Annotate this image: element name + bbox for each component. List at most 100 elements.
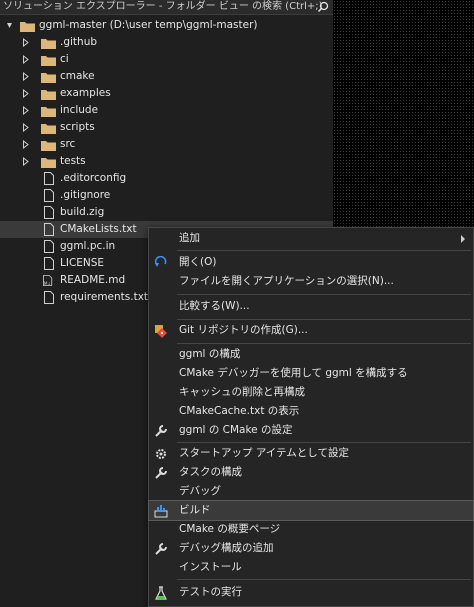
folder-icon: [41, 124, 56, 134]
menu-item-debug[interactable]: デバッグ: [149, 482, 473, 501]
menu-separator: [177, 343, 471, 344]
search-icon[interactable]: [317, 1, 329, 13]
folder-icon: [41, 39, 56, 49]
menu-item-delete-cache[interactable]: キャッシュの削除と再構成: [149, 383, 473, 402]
file-label: README.md: [60, 274, 126, 286]
context-menu: 追加 開く(O) ファイルを開くアプリケーションの選択(N)... 比較する(W…: [148, 227, 474, 607]
menu-separator: [177, 442, 471, 443]
file-label: .editorconfig: [60, 172, 127, 184]
chevron-right-icon[interactable]: [22, 38, 29, 47]
tree-folder[interactable]: include: [0, 102, 333, 119]
file-label: .gitignore: [60, 189, 111, 201]
menu-item-build[interactable]: ビルド: [148, 500, 474, 521]
open-icon: [154, 256, 167, 267]
folder-icon: [20, 22, 35, 32]
folder-icon: [41, 107, 56, 117]
search-placeholder: ソリューション エクスプローラー - フォルダー ビュー の検索 (Ctrl+;…: [3, 1, 323, 12]
menu-item-open-with[interactable]: ファイルを開くアプリケーションの選択(N)...: [149, 272, 473, 291]
chevron-right-icon[interactable]: [22, 55, 29, 64]
test-flask-icon: [155, 586, 167, 600]
folder-label: ci: [60, 53, 69, 65]
menu-item-run-tests[interactable]: テストの実行: [149, 583, 473, 602]
menu-item-label: デバッグ構成の追加: [179, 542, 274, 554]
menu-item-label: 開く(O): [179, 256, 217, 268]
menu-item-label: デバッグ: [179, 485, 221, 497]
menu-item-install[interactable]: インストール: [149, 558, 473, 577]
menu-item-view-cmakecache[interactable]: CMakeCache.txt の表示: [149, 402, 473, 421]
chevron-right-icon[interactable]: [22, 123, 29, 132]
menu-item-label: 追加: [179, 232, 200, 244]
menu-item-set-startup[interactable]: スタートアップ アイテムとして設定: [149, 444, 473, 463]
wrench-icon: [155, 543, 167, 555]
file-label: CMakeLists.txt: [60, 223, 137, 235]
folder-icon: [41, 141, 56, 151]
tree-root-label: ggml-master (D:\user temp\ggml-master): [39, 19, 258, 31]
menu-item-configure-ggml[interactable]: ggml の構成: [149, 345, 473, 364]
search-bar[interactable]: ソリューション エクスプローラー - フォルダー ビュー の検索 (Ctrl+;…: [0, 0, 333, 15]
folder-label: include: [60, 104, 99, 116]
tree-folder[interactable]: .github: [0, 34, 333, 51]
markdown-file-icon: M↓: [43, 275, 53, 286]
file-label: ggml.pc.in: [60, 240, 116, 252]
folder-label: .github: [60, 36, 98, 48]
folder-label: scripts: [60, 121, 95, 133]
file-icon: [44, 291, 54, 304]
tree-root[interactable]: ggml-master (D:\user temp\ggml-master): [0, 17, 333, 34]
menu-item-open[interactable]: 開く(O): [149, 253, 473, 272]
git-repo-icon: [155, 325, 167, 338]
menu-item-add-debug-config[interactable]: デバッグ構成の追加: [149, 539, 473, 558]
tree-folder[interactable]: scripts: [0, 119, 333, 136]
tree-folder[interactable]: tests: [0, 153, 333, 170]
menu-item-label: CMake デバッガーを使用して ggml を構成する: [179, 367, 408, 379]
menu-item-configure-tasks[interactable]: タスクの構成: [149, 463, 473, 482]
menu-item-configure-debugger[interactable]: CMake デバッガーを使用して ggml を構成する: [149, 364, 473, 383]
tree-file[interactable]: LICENSE: [0, 255, 148, 272]
file-icon: [44, 223, 54, 236]
menu-item-add[interactable]: 追加: [149, 229, 473, 248]
menu-separator: [177, 294, 471, 295]
tree-file[interactable]: .gitignore: [0, 187, 333, 204]
chevron-right-icon[interactable]: [22, 106, 29, 115]
menu-item-label: CMakeCache.txt の表示: [179, 405, 300, 417]
chevron-right-icon[interactable]: [22, 72, 29, 81]
folder-icon: [41, 90, 56, 100]
build-icon: [154, 505, 168, 518]
tree-folder[interactable]: examples: [0, 85, 333, 102]
menu-item-label: インストール: [179, 561, 242, 573]
file-label: LICENSE: [60, 257, 105, 269]
menu-item-label: スタートアップ アイテムとして設定: [179, 447, 349, 459]
chevron-right-icon[interactable]: [22, 140, 29, 149]
tree-file[interactable]: requirements.txt: [0, 289, 148, 306]
tree-folder[interactable]: cmake: [0, 68, 333, 85]
tree-folder[interactable]: src: [0, 136, 333, 153]
folder-label: src: [60, 138, 76, 150]
folder-label: cmake: [60, 70, 95, 82]
file-icon: [44, 189, 54, 202]
tree-file[interactable]: M↓ README.md: [0, 272, 148, 289]
menu-item-compare[interactable]: 比較する(W)...: [149, 297, 473, 316]
menu-item-create-git-repo[interactable]: Git リポジトリの作成(G)...: [149, 321, 473, 340]
menu-separator: [177, 319, 471, 320]
tree-file[interactable]: build.zig: [0, 204, 333, 221]
menu-separator: [177, 579, 471, 580]
menu-item-label: Git リポジトリの作成(G)...: [179, 324, 308, 336]
submenu-arrow-icon: [461, 235, 465, 243]
menu-item-cmake-settings[interactable]: ggml の CMake の設定: [149, 421, 473, 440]
tree-file[interactable]: ggml.pc.in: [0, 238, 148, 255]
file-icon: [44, 206, 54, 219]
menu-item-label: ggml の構成: [179, 348, 241, 360]
menu-item-label: ビルド: [179, 504, 211, 516]
menu-separator: [177, 250, 471, 251]
chevron-right-icon[interactable]: [22, 89, 29, 98]
tree-file[interactable]: .editorconfig: [0, 170, 333, 187]
folder-label: examples: [60, 87, 111, 99]
tree-folder[interactable]: ci: [0, 51, 333, 68]
file-label: build.zig: [60, 206, 105, 218]
folder-label: tests: [60, 155, 86, 167]
folder-icon: [41, 56, 56, 66]
file-icon: [44, 257, 54, 270]
chevron-right-icon[interactable]: [22, 157, 29, 166]
chevron-down-icon[interactable]: [6, 21, 13, 30]
menu-item-cmake-overview[interactable]: CMake の概要ページ: [149, 520, 473, 539]
file-icon: [44, 172, 54, 185]
